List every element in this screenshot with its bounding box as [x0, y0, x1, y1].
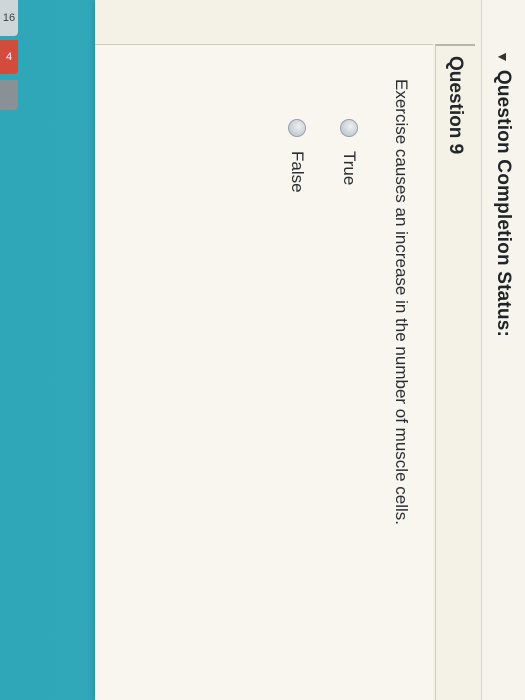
calendar-icon[interactable]: [0, 80, 18, 110]
collapse-arrow-icon[interactable]: ▼: [496, 50, 512, 64]
question-header: Question 9: [435, 44, 475, 700]
radio-button-icon[interactable]: [288, 119, 306, 137]
option-label: False: [288, 151, 307, 193]
completion-status-title: Question Completion Status:: [493, 69, 515, 338]
screen: ▼ Question Completion Status: Question 9…: [0, 0, 525, 700]
side-tab-count[interactable]: 16: [0, 0, 18, 36]
option-false[interactable]: False: [287, 119, 307, 193]
question-title: Question 9: [445, 56, 467, 155]
assessment-page: ▼ Question Completion Status: Question 9…: [95, 0, 525, 700]
question-text: Exercise causes an increase in the numbe…: [392, 79, 411, 525]
side-tab-alert[interactable]: 4: [0, 40, 18, 74]
question-body: Exercise causes an increase in the numbe…: [95, 44, 433, 700]
radio-button-icon[interactable]: [340, 119, 358, 137]
option-true[interactable]: True: [339, 119, 359, 185]
completion-status-bar[interactable]: ▼ Question Completion Status:: [481, 0, 525, 700]
option-label: True: [340, 151, 359, 186]
